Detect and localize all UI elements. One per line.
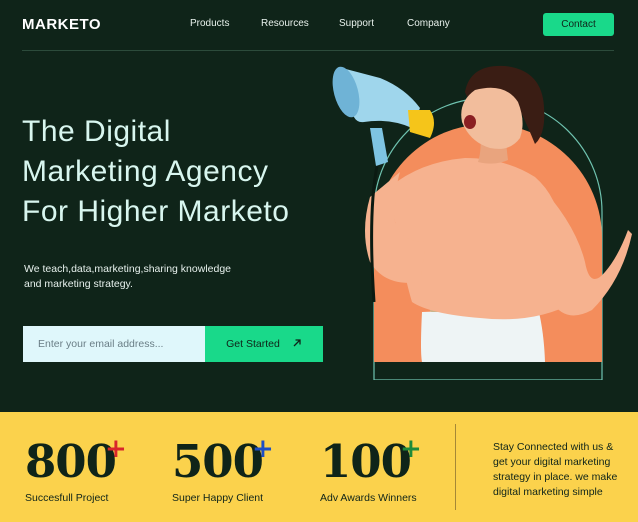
subtitle-line: We teach,data,marketing,sharing knowledg… bbox=[24, 263, 232, 275]
hero-headline: The Digital Marketing Agency For Higher … bbox=[22, 112, 352, 232]
newsletter-line: strategy in place. we make bbox=[493, 471, 618, 483]
brand-logo[interactable]: MARKETO bbox=[22, 16, 101, 33]
stats-divider bbox=[455, 424, 456, 510]
stat-awards: 100 + Adv Awards Winners bbox=[320, 434, 422, 505]
hero-section: MARKETO Products Resources Support Compa… bbox=[0, 0, 638, 412]
plus-icon: + bbox=[400, 434, 422, 464]
newsletter-line: digital marketing simple bbox=[493, 486, 603, 498]
newsletter-line: Stay Connected with us & bbox=[493, 441, 614, 453]
header-divider bbox=[22, 50, 614, 51]
newsletter-line: get your digital marketing bbox=[493, 456, 611, 468]
stat-value: 800 + bbox=[25, 434, 127, 488]
headline-line: The Digital bbox=[22, 115, 171, 148]
hero-subtitle: We teach,data,marketing,sharing knowledg… bbox=[24, 262, 254, 292]
get-started-button[interactable]: Get Started bbox=[205, 326, 323, 362]
stat-value: 100 + bbox=[320, 434, 422, 488]
nav-resources[interactable]: Resources bbox=[261, 18, 309, 29]
email-input[interactable] bbox=[23, 326, 205, 362]
nav-support[interactable]: Support bbox=[339, 18, 374, 29]
contact-button[interactable]: Contact bbox=[543, 13, 614, 36]
subtitle-line: and marketing strategy. bbox=[24, 278, 133, 290]
stat-clients: 500 + Super Happy Client bbox=[172, 434, 274, 505]
stat-value: 500 + bbox=[172, 434, 274, 488]
nav-company[interactable]: Company bbox=[407, 18, 450, 29]
plus-icon: + bbox=[105, 434, 127, 464]
stat-label: Adv Awards Winners bbox=[320, 492, 417, 504]
megaphone-handle bbox=[408, 110, 434, 138]
stats-bar: 800 + Succesfull Project 500 + Super Happy… bbox=[0, 412, 638, 522]
stat-label: Super Happy Client bbox=[172, 492, 264, 504]
plus-icon: + bbox=[252, 434, 274, 464]
person-mouth bbox=[464, 115, 476, 129]
stat-projects: 800 + Succesfull Project bbox=[25, 434, 127, 505]
nav-products[interactable]: Products bbox=[190, 18, 229, 29]
megaphone-grip bbox=[370, 128, 388, 166]
stat-label: Succesfull Project bbox=[25, 492, 109, 504]
headline-line: For Higher Marketo bbox=[22, 195, 290, 228]
newsletter-text: Stay Connected with us & get your digita… bbox=[493, 440, 633, 500]
headline-line: Marketing Agency bbox=[22, 155, 269, 188]
arrow-up-right-icon bbox=[292, 338, 302, 351]
get-started-label: Get Started bbox=[226, 338, 280, 350]
hero-illustration bbox=[332, 65, 632, 380]
